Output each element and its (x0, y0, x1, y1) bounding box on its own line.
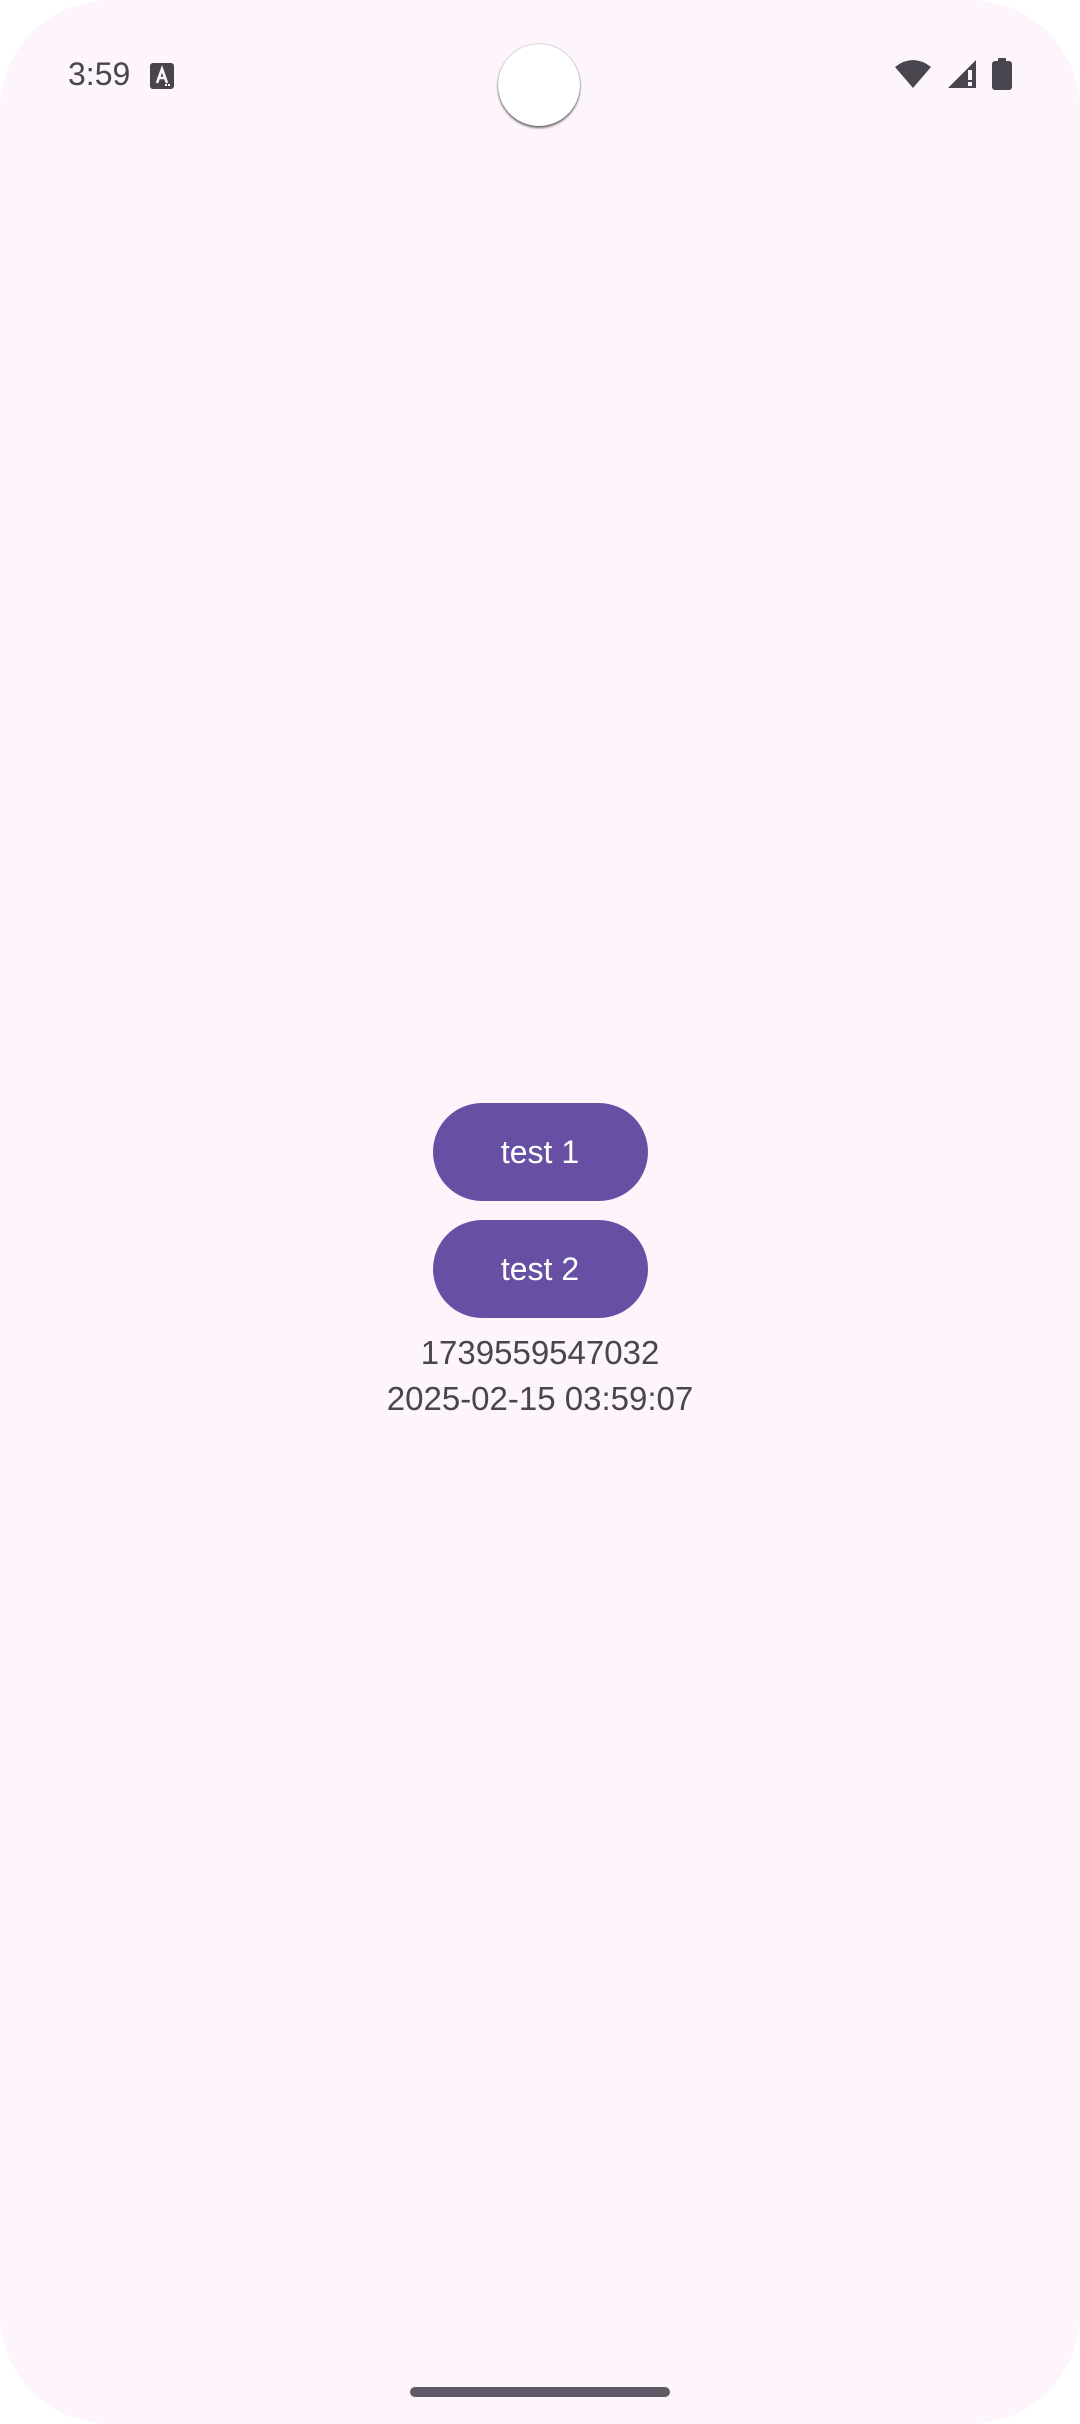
home-indicator[interactable] (410, 2387, 670, 2397)
test-2-button[interactable]: test 2 (432, 1220, 648, 1318)
timestamp-text: 1739559547032 (420, 1334, 660, 1371)
main-content: test 1 test 2 1739559547032 2025-02-15 0… (0, 1103, 1080, 1422)
datetime-text: 2025-02-15 03:59:07 (386, 1380, 694, 1417)
wifi-icon (894, 59, 932, 94)
status-time: 3:59 (68, 56, 131, 92)
status-bar: 3:59 (0, 0, 1080, 150)
front-camera (498, 44, 580, 126)
app-screen: 3:59 test 1 test 2 1739559547032 2025-02… (0, 0, 1080, 2424)
text-a-icon (150, 63, 174, 89)
signal-icon (946, 58, 978, 95)
test-1-button[interactable]: test 1 (432, 1103, 648, 1201)
battery-icon (992, 58, 1012, 95)
status-icons (894, 58, 1012, 95)
